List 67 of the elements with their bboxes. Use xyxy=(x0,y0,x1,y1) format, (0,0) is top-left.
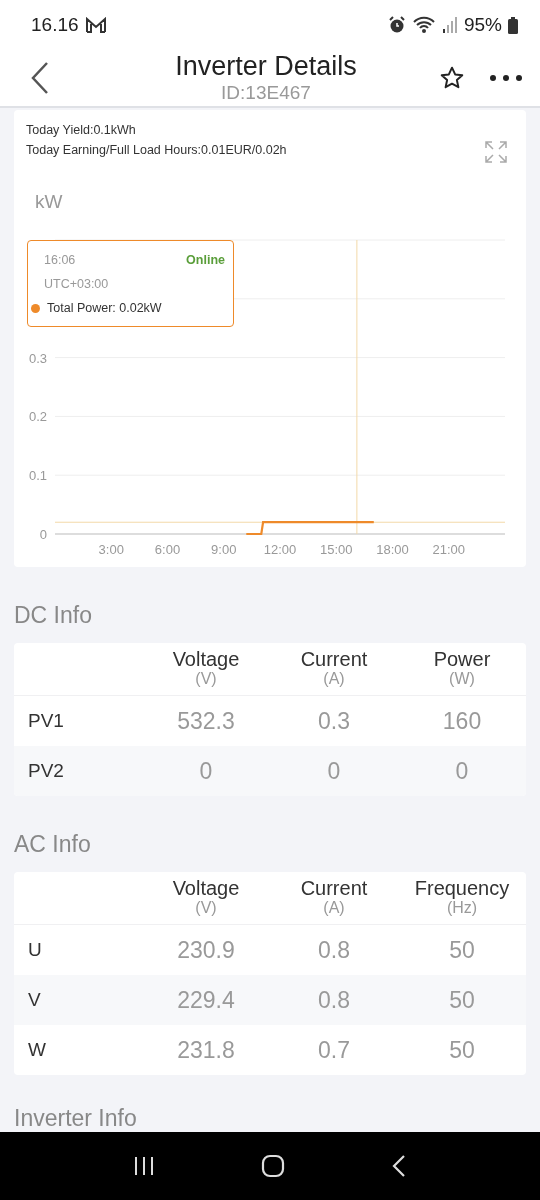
column-header: Current xyxy=(300,648,368,670)
section-title: DC Info xyxy=(14,601,93,630)
table-cell-text: 0 xyxy=(454,757,470,785)
star-icon xyxy=(439,65,465,91)
section-title: Inverter Info xyxy=(14,1104,138,1132)
wifi-icon xyxy=(411,16,436,34)
battery-percent: 95% xyxy=(463,14,502,36)
x-axis-label: 9:00 xyxy=(211,542,237,557)
table-cell-text: 0 xyxy=(198,757,214,785)
page-title: Inverter Details xyxy=(175,51,357,81)
row-label: U xyxy=(27,939,43,961)
table-cell-text: 0 xyxy=(326,757,342,785)
column-unit: (A) xyxy=(323,899,345,917)
x-axis-label: 18:00 xyxy=(376,542,409,557)
column-header: Voltage xyxy=(172,648,240,670)
battery-icon xyxy=(508,16,518,34)
table-cell-text: 229.4 xyxy=(176,986,236,1014)
column-header: Frequency xyxy=(414,877,510,899)
signal-icon xyxy=(441,17,458,33)
mail-icon xyxy=(84,17,107,33)
table-cell-text: 0.7 xyxy=(317,1036,351,1064)
row-label: W xyxy=(27,1039,47,1061)
y-axis-label: 0.3 xyxy=(28,350,47,366)
tooltip-time: 16:06 xyxy=(44,253,76,269)
table-cell-text: 230.9 xyxy=(176,936,236,964)
x-axis-label: 12:00 xyxy=(263,542,297,557)
alarm-icon xyxy=(387,16,406,34)
table-cell-text: 231.8 xyxy=(176,1036,236,1064)
x-axis-label: 3:00 xyxy=(98,542,124,557)
y-axis-label: 0.1 xyxy=(28,468,47,484)
summary-text: Today Earning/Full Load Hours:0.01EUR/0.02h xyxy=(26,142,288,158)
x-axis-label: 6:00 xyxy=(154,542,181,557)
home-icon[interactable] xyxy=(261,1154,285,1178)
tooltip-timezone: UTC+03:00 xyxy=(44,277,109,293)
column-unit: (V) xyxy=(195,899,217,917)
device-id: ID:13E467 xyxy=(221,81,311,105)
tooltip-value: Total Power: 0.02kW xyxy=(47,301,162,315)
back-nav-icon[interactable] xyxy=(391,1154,407,1178)
more-icon xyxy=(489,74,523,82)
table-cell-text: 50 xyxy=(448,936,476,964)
row-label: V xyxy=(27,989,42,1011)
table-cell-text: 0.8 xyxy=(317,986,351,1014)
table-cell-text: 160 xyxy=(441,707,483,735)
table-cell-text: 0.3 xyxy=(317,707,351,735)
column-header: Voltage xyxy=(172,877,240,899)
column-unit: (W) xyxy=(449,670,475,688)
axis-unit: kW xyxy=(34,190,64,214)
row-label: PV1 xyxy=(27,710,65,732)
column-header: Power xyxy=(433,648,491,670)
y-axis-label: 0 xyxy=(39,527,47,542)
row-label: PV2 xyxy=(27,760,65,782)
column-unit: (V) xyxy=(195,670,217,688)
y-axis-label: 0.2 xyxy=(28,409,47,425)
table-cell-text: 50 xyxy=(448,986,476,1014)
x-axis-label: 15:00 xyxy=(320,542,353,557)
status-time: 16.16 xyxy=(31,14,79,36)
table-cell-text: 0.8 xyxy=(317,936,351,964)
column-header: Current xyxy=(300,877,368,899)
column-unit: (Hz) xyxy=(446,899,478,917)
status-text: Online xyxy=(186,253,225,269)
table-cell-text: 532.3 xyxy=(176,707,236,735)
summary-text: Today Yield:0.1kWh xyxy=(26,122,137,138)
x-axis-label: 21:00 xyxy=(432,542,465,557)
column-unit: (A) xyxy=(323,670,345,688)
recent-apps-icon[interactable] xyxy=(133,1156,155,1176)
table-cell-text: 50 xyxy=(448,1036,476,1064)
section-title: AC Info xyxy=(14,830,92,859)
